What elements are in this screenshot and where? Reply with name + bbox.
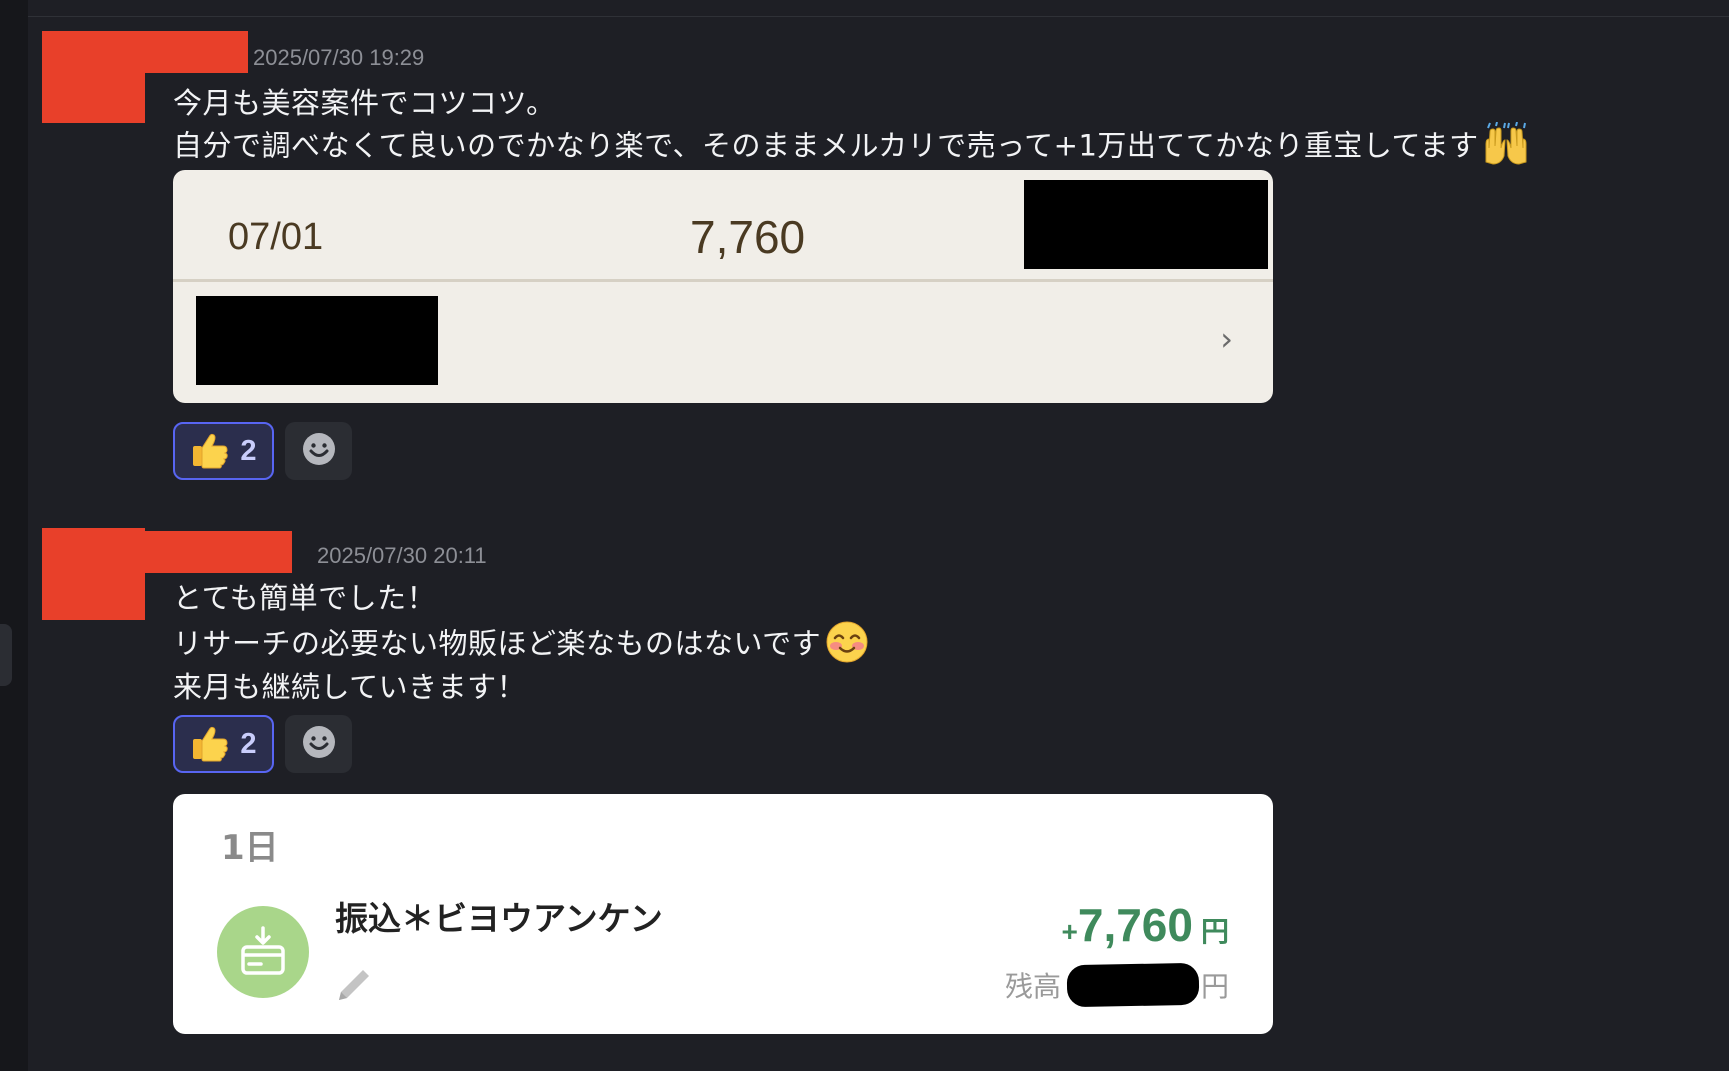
bank-transfer-screenshot[interactable]: 1日 振込＊ビヨウアンケン + 7,760 円 残高 円 [173,794,1273,1034]
message-text-line: とても簡単でした！ [173,581,437,615]
redacted-block [1024,180,1268,269]
avatar-redaction [42,31,145,123]
top-divider [28,0,1729,17]
message-timestamp: 2025/07/30 19:29 [253,45,425,70]
reaction-thumbs-up[interactable]: 2 [173,715,274,773]
username-redaction [145,31,248,73]
username-redaction [145,531,292,573]
redacted-block [196,296,438,385]
card-divider [173,279,1273,282]
pencil-icon[interactable] [333,962,377,1010]
deposit-amount: + 7,760 円 [1062,898,1230,952]
message-timestamp: 2025/07/30 20:11 [317,543,487,568]
amount-value: 7,760 [1077,899,1193,951]
message-text-line: 自分で調べなくて良いのでかなり楽で、そのままメルカリで売って+1万出ててかなり重… [173,121,1529,173]
transaction-screenshot[interactable]: 07/01 7,760 › [173,170,1273,403]
thumbs-up-emoji [190,429,230,473]
balance-unit: 円 [1200,970,1229,1003]
server-sidebar-strip [0,0,28,1071]
amount-sign: + [1061,916,1078,947]
message-text: リサーチの必要ない物販ほど楽なものはないです [173,626,822,661]
deposit-icon [217,906,309,998]
reaction-thumbs-up[interactable]: 2 [173,422,274,480]
reaction-count: 2 [240,727,257,760]
thumbs-up-emoji [190,722,230,766]
add-reaction-button[interactable] [285,715,352,773]
transaction-day: 1日 [221,828,279,868]
smiley-icon [302,432,336,470]
chevron-right-icon: › [1220,320,1233,358]
raising-hands-emoji [1483,121,1529,173]
smiley-icon [302,725,336,763]
balance-label: 残高 [1004,970,1061,1003]
smiling-face-emoji [825,620,869,671]
avatar-redaction [42,528,145,620]
message-text-line: 来月も継続していきます！ [173,670,527,704]
redacted-balance [1066,962,1200,1008]
reaction-count: 2 [240,434,257,467]
balance-row: 残高 円 [1004,962,1229,1008]
transaction-amount: 7,760 [690,211,806,263]
message-text-line: 今月も美容案件でコツコツ。 [173,86,556,120]
message-text: 自分で調べなくて良いのでかなり楽で、そのままメルカリで売って+1万出ててかなり重… [173,128,1479,163]
transaction-title: 振込＊ビヨウアンケン [335,899,663,938]
add-reaction-button[interactable] [285,422,352,480]
sidebar-collapse-tab[interactable] [0,624,12,686]
amount-unit: 円 [1200,916,1229,947]
transaction-date: 07/01 [228,216,324,258]
